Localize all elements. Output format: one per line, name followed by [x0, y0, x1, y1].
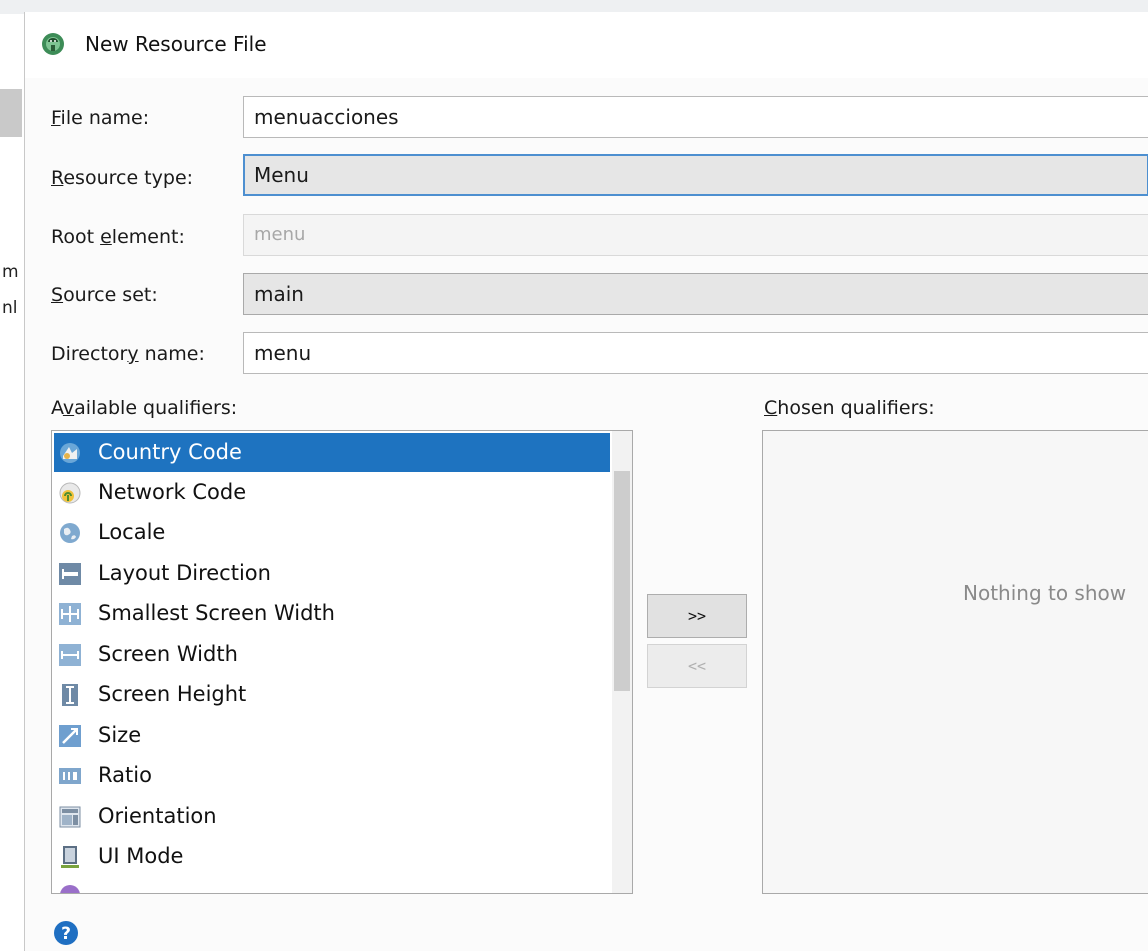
ratio-icon [59, 768, 81, 784]
qualifier-item-size[interactable]: Size [54, 716, 610, 755]
remove-qualifier-button: << [647, 644, 747, 688]
dialog-titlebar: New Resource File [25, 12, 1148, 78]
background-text-fragment: nl [2, 298, 18, 318]
available-list-scrollbar[interactable] [612, 431, 632, 893]
country-code-icon [60, 443, 80, 463]
size-icon [59, 725, 81, 747]
add-qualifier-button[interactable]: >> [647, 594, 747, 638]
partially-hidden-item-icon [60, 885, 80, 893]
resource-type-dropdown[interactable]: Menu [243, 154, 1148, 196]
directory-name-label: Directory name: [51, 343, 205, 365]
source-set-label: Source set: [51, 284, 158, 306]
qualifier-item-orientation[interactable]: Orientation [54, 797, 610, 836]
screen-height-icon [62, 684, 78, 706]
network-code-icon [59, 482, 81, 504]
chosen-qualifiers-label: Chosen qualifiers: [764, 397, 935, 419]
directory-name-input[interactable]: menu [243, 332, 1148, 374]
background-ide-panel: m nl [0, 14, 24, 951]
layout-direction-icon [59, 563, 81, 585]
source-set-dropdown[interactable]: main [243, 273, 1148, 315]
dialog-title: New Resource File [85, 32, 267, 56]
smallest-width-icon [59, 603, 81, 625]
available-qualifiers-list[interactable]: Country Code Network Code Locale Layout … [51, 430, 633, 894]
qualifier-item-ratio[interactable]: Ratio [54, 756, 610, 795]
qualifier-item-smallest-screen-width[interactable]: Smallest Screen Width [54, 594, 610, 633]
qualifier-item-network-code[interactable]: Network Code [54, 473, 610, 512]
qualifier-item-ui-mode[interactable]: UI Mode [54, 837, 610, 876]
android-studio-icon [42, 33, 64, 55]
qualifier-item-layout-direction[interactable]: Layout Direction [54, 554, 610, 593]
screen-width-icon [59, 644, 81, 666]
globe-icon [60, 523, 80, 543]
resource-type-label: Resource type: [51, 167, 194, 189]
file-name-input[interactable]: menuacciones [243, 96, 1148, 138]
background-panel-block [0, 89, 22, 137]
background-text-fragment: m [2, 262, 19, 282]
qualifier-item-screen-height[interactable]: Screen Height [54, 675, 610, 714]
available-qualifiers-label: Available qualifiers: [51, 397, 238, 419]
file-name-label: File name: [51, 107, 150, 129]
scrollbar-thumb[interactable] [614, 471, 630, 691]
qualifier-item-locale[interactable]: Locale [54, 513, 610, 552]
chosen-qualifiers-list[interactable]: Nothing to show [762, 430, 1148, 894]
empty-list-text: Nothing to show [963, 581, 1127, 605]
svg-text:?: ? [61, 924, 71, 944]
qualifier-item-country-code[interactable]: Country Code [54, 433, 610, 472]
ui-mode-icon [61, 846, 79, 868]
root-element-input: menu [243, 214, 1148, 256]
new-resource-file-dialog: New Resource File File name: menuaccione… [24, 12, 1148, 951]
help-icon[interactable]: ? [53, 920, 79, 946]
qualifier-item-screen-width[interactable]: Screen Width [54, 635, 610, 674]
orientation-icon [59, 806, 81, 828]
root-element-label: Root element: [51, 226, 185, 248]
